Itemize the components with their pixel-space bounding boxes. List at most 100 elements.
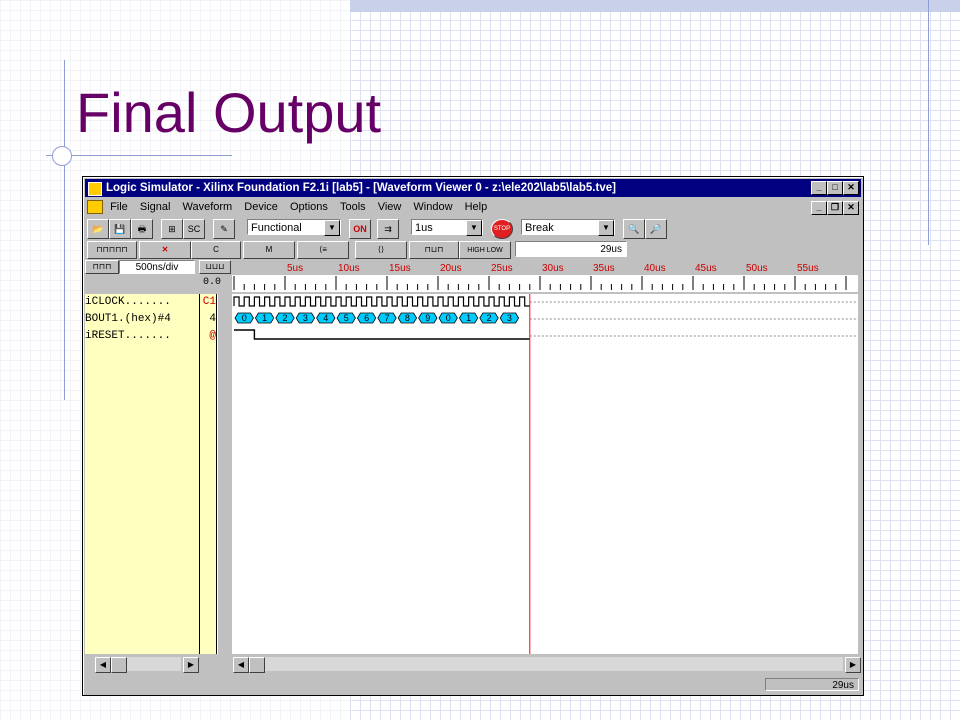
m-label: M	[265, 245, 273, 254]
ruler-tick-label: 35us	[593, 263, 615, 274]
ruler-tick-label: 5us	[287, 263, 303, 274]
stop-icon[interactable]: STOP	[491, 219, 513, 239]
probe-icon[interactable]: ✎	[213, 219, 235, 239]
chevron-down-icon[interactable]: ▼	[466, 220, 482, 236]
bus-value-label: 3	[507, 313, 512, 323]
menu-window[interactable]: Window	[413, 198, 452, 216]
sc-label: SC	[187, 224, 201, 234]
break-value: Break	[525, 222, 554, 234]
ruler-tick-label: 25us	[491, 263, 513, 274]
main-toolbar: 📂 💾 🖶 ⊞ SC ✎ Functional ▼ ON ⇉ 1us ▼ STO…	[85, 217, 861, 239]
bus-value-label: 4	[323, 313, 328, 323]
bus-value-label: 2	[282, 313, 287, 323]
logic-simulator-window: Logic Simulator - Xilinx Foundation F2.1…	[82, 176, 864, 696]
print-icon[interactable]: 🖶	[131, 219, 153, 239]
menu-file[interactable]: File	[110, 198, 128, 216]
step-icon[interactable]: ⇉	[377, 219, 399, 239]
bus-value-label: 1	[262, 313, 267, 323]
waveform-toolbar: ⊓⊓⊓⊓⊓ ✕ C M ⟨≡ ⟨⟩ ⊓⊔⊓ HIGH LOW 29us	[85, 240, 861, 259]
hex-bus-icon[interactable]: ⟨⟩	[355, 241, 407, 259]
wave-scroll-track[interactable]	[265, 657, 843, 671]
menu-waveform[interactable]: Waveform	[183, 198, 233, 216]
find-icon[interactable]: 🔍	[623, 219, 645, 239]
on-label: ON	[353, 224, 367, 234]
ruler-tick-label: 20us	[440, 263, 462, 274]
wave-scroll-left-button[interactable]: ◀	[233, 657, 249, 673]
signal-value: @	[209, 330, 216, 342]
window-titlebar[interactable]: Logic Simulator - Xilinx Foundation F2.1…	[85, 179, 861, 197]
bus-value-label: 5	[344, 313, 349, 323]
add-signals-icon[interactable]: ⊞	[161, 219, 183, 239]
step-time-value: 1us	[415, 222, 433, 234]
bus-value-label: 7	[384, 313, 389, 323]
find-next-icon[interactable]: 🔎	[645, 219, 667, 239]
signal-value: C1	[202, 296, 216, 308]
scroll-right-button[interactable]: ▶	[183, 657, 199, 673]
signal-row[interactable]: iCLOCK.......	[85, 294, 199, 311]
bus-value-label: 1	[466, 313, 471, 323]
simulation-mode-value: Functional	[251, 222, 302, 234]
bus-icon[interactable]: ⟨≡	[297, 241, 349, 259]
ruler-tick-label: 45us	[695, 263, 717, 274]
break-select[interactable]: Break ▼	[521, 219, 615, 236]
signal-value: 4	[209, 313, 216, 325]
scale-readout: 500ns/div	[119, 260, 195, 274]
menu-help[interactable]: Help	[465, 198, 488, 216]
slide-top-band	[350, 0, 960, 12]
scroll-left-button[interactable]: ◀	[95, 657, 111, 673]
bus-value-label: 3	[303, 313, 308, 323]
doc-minimize-button[interactable]: _	[811, 201, 827, 215]
close-button[interactable]: ✕	[843, 181, 859, 195]
ruler-tick-label: 15us	[389, 263, 411, 274]
step-time-select[interactable]: 1us ▼	[411, 219, 483, 236]
menu-view[interactable]: View	[378, 198, 402, 216]
bus-value-label: 2	[486, 313, 491, 323]
measure-icon[interactable]: M	[243, 241, 295, 259]
signal-row[interactable]: BOUT1.(hex)#4	[85, 311, 199, 328]
doc-close-button[interactable]: ✕	[843, 201, 859, 215]
wave-scroll-thumb[interactable]	[249, 657, 265, 673]
ruler-tick-label: 10us	[338, 263, 360, 274]
menu-options[interactable]: Options	[290, 198, 328, 216]
stop-label: STOP	[493, 226, 511, 232]
zoom-in-icon[interactable]: ⊓⊓⊓	[85, 260, 119, 274]
bus-value-label: 8	[405, 313, 410, 323]
ruler-tick-label: 55us	[797, 263, 819, 274]
signal-name: CLOCK.......	[91, 296, 171, 308]
open-icon[interactable]: 📂	[87, 219, 109, 239]
window-title: Logic Simulator - Xilinx Foundation F2.1…	[106, 182, 616, 194]
chevron-down-icon[interactable]: ▼	[324, 220, 340, 236]
bus-value-label: 6	[364, 313, 369, 323]
stimulator-icon[interactable]: SC	[183, 219, 205, 239]
origin-label: 0.0	[203, 277, 222, 288]
slide-vertical-rule	[64, 60, 65, 400]
menu-tools[interactable]: Tools	[340, 198, 366, 216]
minimize-button[interactable]: _	[811, 181, 827, 195]
signal-row[interactable]: iRESET.......	[85, 328, 199, 345]
doc-restore-button[interactable]: ❐	[827, 201, 843, 215]
panel-separator[interactable]	[217, 294, 233, 654]
waveform-area[interactable]: 0 1 2 3 4 5 6 7 8 9 0 1 2 3	[232, 294, 858, 654]
doc-icon[interactable]	[87, 200, 103, 215]
names-scroll-thumb[interactable]	[111, 657, 127, 673]
bus-value-label: 0	[242, 313, 247, 323]
menu-signal[interactable]: Signal	[140, 198, 171, 216]
bus-value-label: 9	[425, 313, 430, 323]
chevron-down-icon[interactable]: ▼	[598, 220, 614, 236]
clock-icon[interactable]: C	[191, 241, 241, 259]
pulse-icon[interactable]: ⊓⊔⊓	[409, 241, 459, 259]
wave-scroll-right-button[interactable]: ▶	[845, 657, 861, 673]
slide-horizontal-rule	[46, 155, 232, 156]
simulation-mode-select[interactable]: Functional ▼	[247, 219, 341, 236]
menu-device[interactable]: Device	[244, 198, 278, 216]
zoom-out-icon[interactable]: ⊔⊔⊔	[199, 260, 231, 274]
high-low-button[interactable]: HIGH LOW	[459, 241, 511, 259]
delete-icon[interactable]: ✕	[139, 241, 191, 259]
signal-type: i	[85, 296, 92, 308]
save-icon[interactable]: 💾	[109, 219, 131, 239]
signal-type: B	[85, 313, 92, 325]
power-on-icon[interactable]: ON	[349, 219, 371, 239]
zoom-ruler-icon[interactable]: ⊓⊓⊓⊓⊓	[87, 241, 137, 259]
names-scroll-track[interactable]	[127, 657, 181, 671]
maximize-button[interactable]: □	[827, 181, 843, 195]
